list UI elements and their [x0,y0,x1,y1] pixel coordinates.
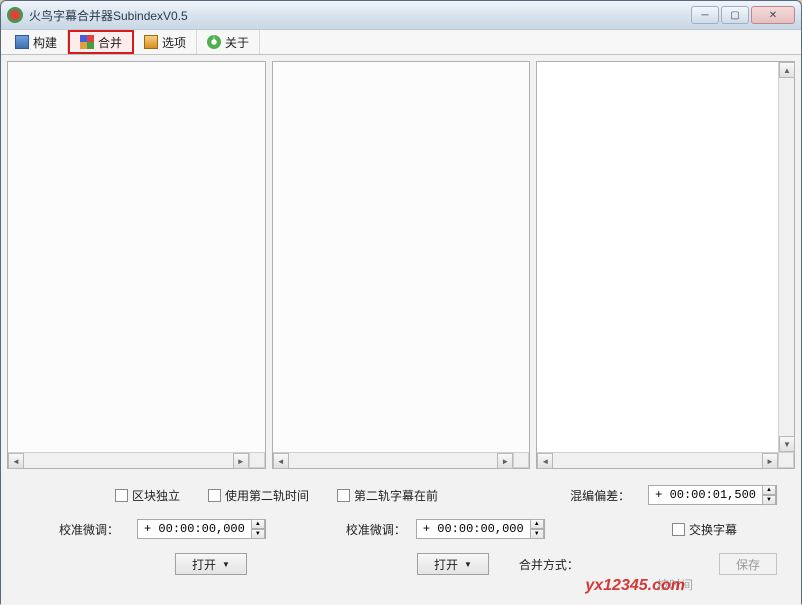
scroll-track[interactable] [779,78,794,436]
check-block-independent-label: 区块独立 [132,487,180,504]
about-icon: i [207,35,221,49]
window-title: 火鸟字幕合并器SubindexV0.5 [29,7,691,24]
vscrollbar[interactable]: ▲ ▼ [778,62,794,452]
scroll-corner [513,452,529,468]
subtitle-panel-2[interactable]: ◄ ► [272,61,531,469]
tab-about-label: 关于 [225,34,249,51]
scroll-track[interactable] [553,453,762,468]
check-use-track2-time-label: 使用第二轨时间 [225,487,309,504]
caret-down-icon: ▼ [464,560,472,569]
calib-adj-right-spinner[interactable]: + 00:00:00,000 ▲ ▼ [416,519,545,539]
merge-icon [80,35,94,49]
scroll-track[interactable] [289,453,498,468]
tab-options[interactable]: 选项 [134,30,197,54]
calib-adj-right-value[interactable]: + 00:00:00,000 [417,522,530,536]
check-use-track2-time[interactable]: 使用第二轨时间 [208,487,309,504]
checkbox-icon[interactable] [208,489,221,502]
spin-down-icon[interactable]: ▼ [762,495,776,505]
scroll-right-icon[interactable]: ► [497,453,513,469]
buttons-row: 打开 ▼ 打开 ▼ 合并方式： 保存 [25,553,777,575]
mix-offset-label: 混编偏差： [570,487,630,504]
calib-adj-left-value[interactable]: + 00:00:00,000 [138,522,251,536]
app-icon [7,7,23,23]
window-buttons: ─ ▢ ✕ [691,6,795,24]
hscrollbar-2[interactable]: ◄ ► [273,452,514,468]
scroll-down-icon[interactable]: ▼ [779,436,795,452]
tab-bar: 构建 合并 选项 i 关于 [1,29,801,55]
tab-about[interactable]: i 关于 [197,30,260,54]
spin-down-icon[interactable]: ▼ [251,529,265,539]
subtitle-panel-1[interactable]: ◄ ► [7,61,266,469]
tab-merge-label: 合并 [98,34,122,51]
build-icon [15,35,29,49]
spin-up-icon[interactable]: ▲ [530,519,544,529]
app-window: 火鸟字幕合并器SubindexV0.5 ─ ▢ ✕ 构建 合并 选项 i 关于 [0,0,802,604]
output-panel[interactable]: ▲ ▼ ◄ ► [536,61,795,469]
scroll-corner [249,452,265,468]
titlebar[interactable]: 火鸟字幕合并器SubindexV0.5 ─ ▢ ✕ [1,1,801,29]
calib-adj-right-label: 校准微调： [346,521,406,538]
scroll-left-icon[interactable]: ◄ [8,453,24,469]
caret-down-icon: ▼ [222,560,230,569]
tab-build[interactable]: 构建 [5,30,68,54]
check-track2-first-label: 第二轨字幕在前 [354,487,438,504]
open-button-right-label: 打开 [434,556,458,573]
tab-build-label: 构建 [33,34,57,51]
checkbox-icon[interactable] [672,523,685,536]
open-button-right[interactable]: 打开 ▼ [417,553,489,575]
save-button-label: 保存 [736,556,760,573]
scroll-right-icon[interactable]: ► [233,453,249,469]
spin-down-icon[interactable]: ▼ [530,529,544,539]
spin-up-icon[interactable]: ▲ [762,485,776,495]
checkbox-icon[interactable] [337,489,350,502]
scroll-track[interactable] [24,453,233,468]
close-button[interactable]: ✕ [751,6,795,24]
scroll-right-icon[interactable]: ► [762,453,778,469]
options-icon [144,35,158,49]
mix-offset-value[interactable]: + 00:00:01,500 [649,488,762,502]
merge-mode-label: 合并方式： [519,556,579,573]
options-row-2: 校准微调： + 00:00:00,000 ▲ ▼ 校准微调： + 00:00:0… [25,519,777,539]
mix-offset-spinner[interactable]: + 00:00:01,500 ▲ ▼ [648,485,777,505]
scroll-left-icon[interactable]: ◄ [537,453,553,469]
options-row-1: 区块独立 使用第二轨时间 第二轨字幕在前 混编偏差： + 00:00:01,50… [25,485,777,505]
panel-row: ◄ ► ◄ ► ▲ ▼ [7,61,795,469]
scroll-corner [778,452,794,468]
check-track2-first[interactable]: 第二轨字幕在前 [337,487,438,504]
hscrollbar-1[interactable]: ◄ ► [8,452,249,468]
open-button-left[interactable]: 打开 ▼ [175,553,247,575]
scroll-left-icon[interactable]: ◄ [273,453,289,469]
hscrollbar-3[interactable]: ◄ ► [537,452,778,468]
minimize-button[interactable]: ─ [691,6,719,24]
check-swap-subs-label: 交换字幕 [689,521,737,538]
merge-mode-value: 按时间 [657,576,693,593]
controls: 区块独立 使用第二轨时间 第二轨字幕在前 混编偏差： + 00:00:01,50… [7,485,795,575]
check-block-independent[interactable]: 区块独立 [115,487,180,504]
content-area: ◄ ► ◄ ► ▲ ▼ [1,55,801,605]
spin-up-icon[interactable]: ▲ [251,519,265,529]
calib-adj-left-spinner[interactable]: + 00:00:00,000 ▲ ▼ [137,519,266,539]
check-swap-subs[interactable]: 交换字幕 [672,521,737,538]
open-button-left-label: 打开 [192,556,216,573]
maximize-button[interactable]: ▢ [721,6,749,24]
calib-adj-left-label: 校准微调： [59,521,119,538]
tab-merge[interactable]: 合并 [68,30,134,54]
tab-options-label: 选项 [162,34,186,51]
scroll-up-icon[interactable]: ▲ [779,62,795,78]
save-button[interactable]: 保存 [719,553,777,575]
checkbox-icon[interactable] [115,489,128,502]
